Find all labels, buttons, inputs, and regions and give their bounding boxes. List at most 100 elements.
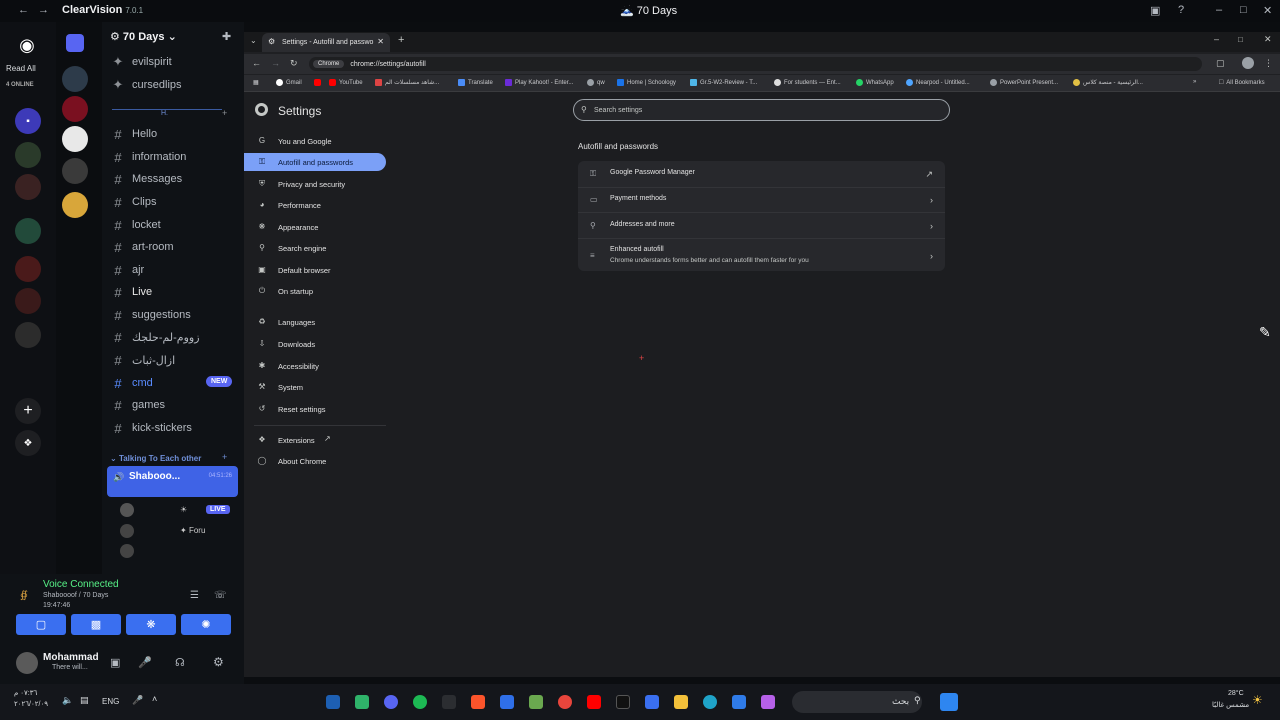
forward-icon[interactable]: → <box>38 4 49 16</box>
settings-gear-icon[interactable]: ⚙ <box>213 655 224 669</box>
steam-icon[interactable] <box>442 695 456 709</box>
row-enhanced-autofill[interactable]: ≡ Enhanced autofill Chrome understands f… <box>578 246 945 268</box>
channel-item[interactable]: # Live <box>112 283 152 301</box>
nav-extensions[interactable]: Extensions <box>278 436 315 445</box>
bookmark-item[interactable]: Gmail <box>276 79 302 86</box>
bookmark-item[interactable]: qw <box>587 79 605 86</box>
channel-item[interactable]: # ajr <box>112 261 144 279</box>
server-icon[interactable] <box>62 158 88 184</box>
more-bookmarks-icon[interactable]: » <box>1193 79 1196 85</box>
user-avatar[interactable] <box>16 652 38 674</box>
chrome-close-icon[interactable]: ✕ <box>1264 34 1272 45</box>
microphone-icon[interactable]: 🎤 <box>138 656 152 669</box>
bookmark-item[interactable]: Translate <box>458 79 493 86</box>
camera-button[interactable]: ▢ <box>16 614 66 635</box>
browser-forward-icon[interactable]: → <box>271 58 280 68</box>
avatar[interactable] <box>120 544 134 558</box>
bookmark-item[interactable]: Gr.5-W2-Review - T... <box>690 79 757 86</box>
omnibox[interactable]: Chrome chrome://settings/autofill <box>309 57 1202 71</box>
bookmark-item[interactable]: Play Kahoot! - Enter... <box>505 79 573 86</box>
noise-icon[interactable]: ☰ <box>190 590 199 601</box>
gamepad-icon[interactable]: ▣ <box>110 656 120 669</box>
row-payment-methods[interactable]: ▭ Payment methods › <box>578 195 945 213</box>
server-icon[interactable] <box>15 142 41 168</box>
all-bookmarks[interactable]: □ All Bookmarks <box>1219 79 1265 86</box>
screenshare-button[interactable]: ▩ <box>71 614 121 635</box>
windows-start-icon[interactable] <box>940 693 958 711</box>
bookmark-item[interactable]: WhatsApp <box>856 79 894 86</box>
server-icon[interactable] <box>15 174 41 200</box>
channel-item[interactable]: # زووم-لم-حلجك <box>112 328 199 346</box>
chrome-taskbar-icon[interactable] <box>558 695 572 709</box>
youtube-icon[interactable] <box>587 695 601 709</box>
add-server-icon[interactable]: + <box>15 398 41 424</box>
taskbar-app-icon[interactable] <box>326 695 340 709</box>
server-icon[interactable] <box>62 66 88 92</box>
bookmark-item[interactable]: الرئيسية - منصة كلاس... <box>1073 79 1143 86</box>
store-icon[interactable] <box>645 695 659 709</box>
minecraft-icon[interactable] <box>529 695 543 709</box>
mic-icon[interactable]: 🎤 <box>132 695 143 706</box>
voice-user[interactable]: ✦ Foru <box>180 526 205 535</box>
add-voice-channel-icon[interactable]: + <box>222 452 227 462</box>
server-icon[interactable] <box>62 96 88 122</box>
avatar[interactable] <box>120 524 134 538</box>
bookmark-item[interactable]: For students — Ent... <box>774 79 841 86</box>
nav-downloads[interactable]: Downloads <box>278 340 315 349</box>
voice-channel-active[interactable]: 🔊 Shabooo... 04:51:26 <box>107 466 238 497</box>
inbox-icon[interactable]: ▣ <box>1150 4 1160 17</box>
clock-time[interactable]: ٠٧:٣٦ م <box>14 689 37 697</box>
server-icon[interactable] <box>62 192 88 218</box>
search-settings-input[interactable]: ⚲ Search settings <box>573 99 950 121</box>
file-explorer-icon[interactable] <box>674 695 688 709</box>
clock-date[interactable]: ٢٠٢٦/٠٢/٠٩ <box>14 700 48 708</box>
close-icon[interactable]: ✕ <box>1263 4 1272 17</box>
bookmark-item[interactable]: شاهد مسلسلات الم... <box>375 79 439 86</box>
language-indicator[interactable]: ENG <box>102 697 119 706</box>
chrome-maximize-icon[interactable]: □ <box>1238 35 1243 44</box>
nav-about-chrome[interactable]: About Chrome <box>278 457 326 466</box>
avatar[interactable] <box>120 503 134 517</box>
channel-item[interactable]: # Clips <box>112 193 156 211</box>
nav-you-and-google[interactable]: You and Google <box>278 137 332 146</box>
server-icon[interactable]: ▪ <box>15 108 41 134</box>
pinned-server[interactable]: ✦ cursedlips <box>112 76 182 94</box>
nav-on-startup[interactable]: On startup <box>278 287 313 296</box>
apps-icon[interactable]: ▦ <box>253 79 259 86</box>
nav-performance[interactable]: Performance <box>278 201 321 210</box>
add-friend-icon[interactable]: ✚ <box>222 30 231 43</box>
minimize-icon[interactable]: – <box>1216 4 1222 16</box>
nav-search-engine[interactable]: Search engine <box>278 244 326 253</box>
voice-category[interactable]: ⌄ Talking To Each other <box>110 454 201 463</box>
activities-button[interactable]: ❋ <box>126 614 176 635</box>
reload-icon[interactable]: ↻ <box>290 58 298 69</box>
copilot-icon[interactable] <box>761 695 775 709</box>
folder-icon[interactable] <box>66 34 84 52</box>
new-tab-icon[interactable]: + <box>398 34 404 46</box>
browser-back-icon[interactable]: ← <box>252 58 261 68</box>
voice-connected-label[interactable]: Voice Connected <box>43 579 119 590</box>
channel-item[interactable]: # Messages <box>112 170 182 188</box>
tab-close-icon[interactable]: ✕ <box>377 37 384 46</box>
vscode-icon[interactable] <box>500 695 514 709</box>
server-icon[interactable] <box>62 126 88 152</box>
server-icon[interactable] <box>15 288 41 314</box>
tab-search-icon[interactable]: ⌄ <box>250 36 257 45</box>
channel-item[interactable]: # art-room <box>112 238 173 256</box>
pinned-server[interactable]: ✦ evilspirit <box>112 53 172 71</box>
server-icon[interactable] <box>15 256 41 282</box>
bookmark-item[interactable]: Nearpod - Untitled... <box>906 79 970 86</box>
nav-privacy-security[interactable]: Privacy and security <box>278 180 345 189</box>
nav-autofill-passwords[interactable]: Autofill and passwords <box>278 158 353 167</box>
bookmark-item[interactable]: PowerPoint Present... <box>990 79 1058 86</box>
bookmark-item[interactable]: Home | Schoology <box>617 79 676 86</box>
channel-item[interactable]: # locket <box>112 216 160 234</box>
back-icon[interactable]: ← <box>18 4 29 16</box>
channel-item[interactable]: # games <box>112 396 165 414</box>
help-icon[interactable]: ? <box>1178 4 1184 16</box>
server-icon[interactable] <box>15 322 41 348</box>
bookmark-item[interactable]: YouTube <box>329 79 363 86</box>
volume-icon[interactable]: 🔈 <box>62 695 73 706</box>
disconnect-icon[interactable]: ☏ <box>214 590 227 601</box>
headphones-icon[interactable]: ☊ <box>175 656 185 669</box>
